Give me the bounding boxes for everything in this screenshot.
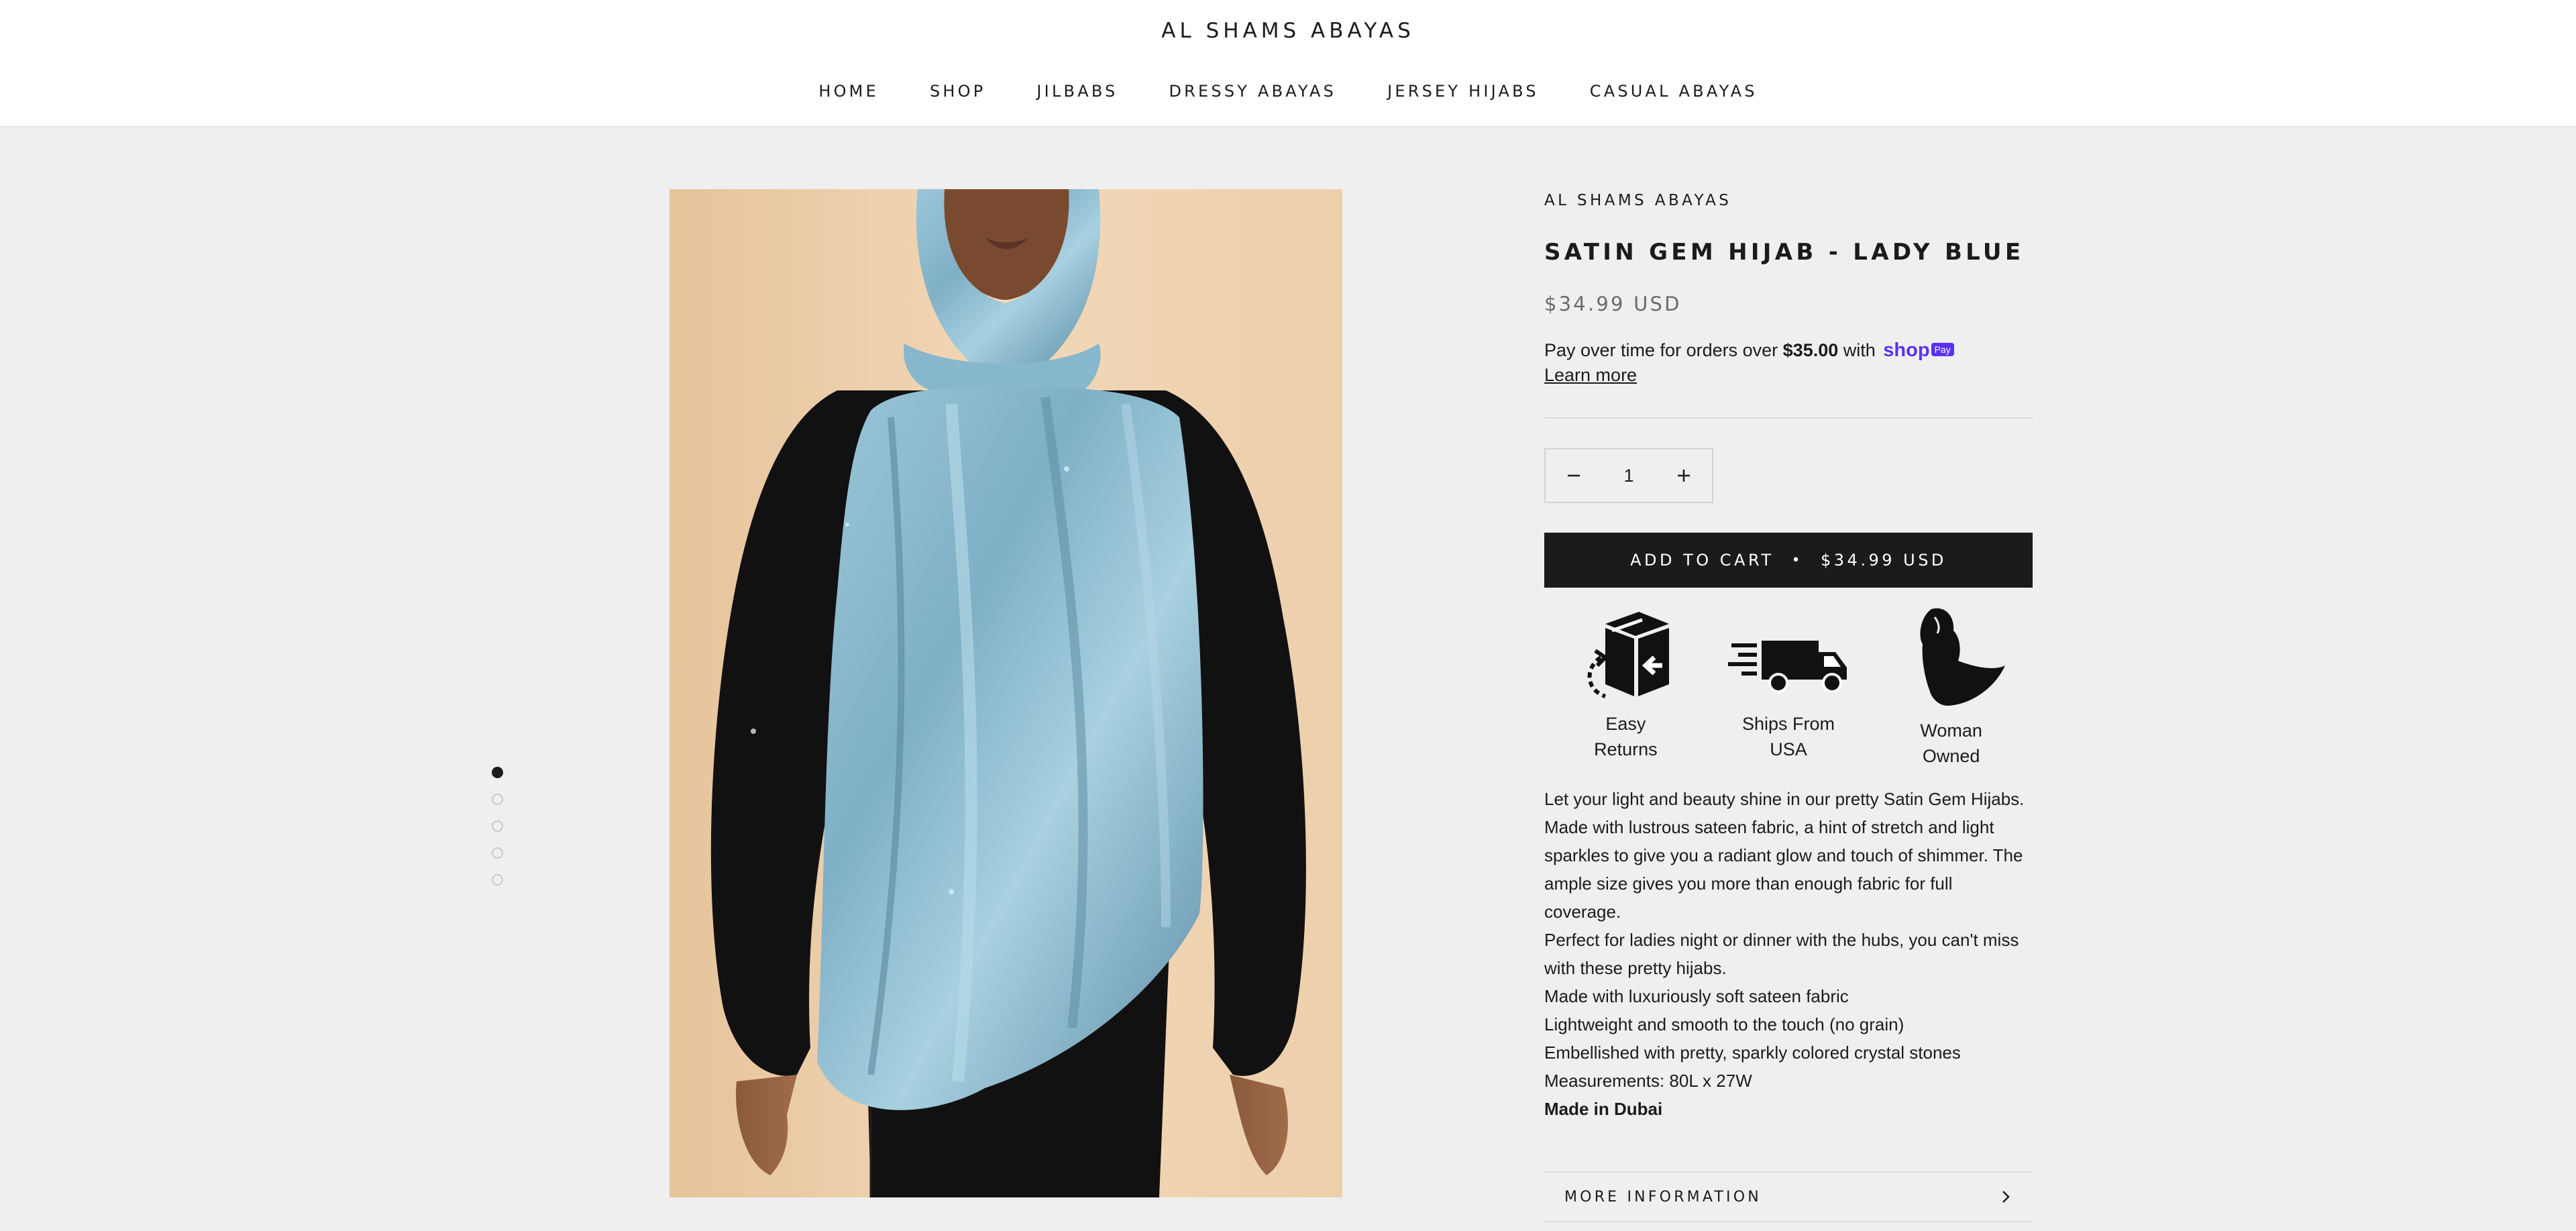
learn-more-link[interactable]: Learn more — [1544, 365, 1637, 386]
more-information-label: MORE INFORMATION — [1564, 1188, 1762, 1206]
nav-item-jersey-hijabs[interactable]: JERSEY HIJABS — [1387, 82, 1539, 101]
quantity-stepper: 1 — [1544, 448, 1713, 503]
badge-line: Returns — [1594, 739, 1658, 759]
product-title: SATIN GEM HIJAB - LADY BLUE — [1544, 239, 2025, 266]
feature-line: Lightweight and smooth to the touch (no … — [1544, 1014, 1904, 1034]
badge-line: Woman — [1920, 720, 1982, 741]
description-line: Let your light and beauty shine in our p… — [1544, 789, 2025, 809]
trust-badges: Easy Returns Ships From USA Woman Owned — [1544, 604, 2033, 769]
plus-icon — [1678, 470, 1690, 482]
divider — [1544, 417, 2033, 419]
quantity-input[interactable]: 1 — [1602, 466, 1656, 486]
badge-ships-from-usa: Ships From USA — [1707, 604, 1870, 769]
origin-line: Made in Dubai — [1544, 1099, 1663, 1119]
site-header: AL SHAMS ABAYAS HOME SHOP JILBABS DRESSY… — [0, 0, 2576, 127]
badge-line: Owned — [1922, 746, 1980, 766]
add-to-cart-button[interactable]: ADD TO CART • $34.99 USD — [1544, 533, 2033, 588]
gallery-pagination — [492, 767, 505, 901]
gallery-dot[interactable] — [492, 794, 503, 805]
nav-item-dressy-abayas[interactable]: DRESSY ABAYAS — [1169, 82, 1337, 101]
badge-line: Ships From — [1741, 714, 1835, 734]
woman-hijab-icon — [1920, 608, 2005, 706]
description-line: ample size gives you more than enough fa… — [1544, 873, 1953, 922]
gallery-dot[interactable] — [492, 820, 503, 832]
chevron-right-icon — [2002, 1191, 2010, 1203]
gallery-dot[interactable] — [492, 767, 503, 778]
quantity-decrease-button[interactable] — [1546, 449, 1602, 502]
product-features: Made with luxuriously soft sateen fabric… — [1544, 982, 2033, 1123]
feature-line: Measurements: 80L x 27W — [1544, 1071, 1752, 1091]
description-line: Made with lustrous sateen fabric, a hint… — [1544, 817, 1994, 837]
shop-pay-badge: Pay — [1931, 343, 1954, 356]
feature-line: Embellished with pretty, sparkly colored… — [1544, 1042, 1961, 1063]
store-logo[interactable]: AL SHAMS ABAYAS — [0, 19, 2576, 43]
shop-pay-suffix: with — [1843, 340, 1876, 360]
badge-label: Easy Returns — [1544, 711, 1707, 762]
shop-pay-prefix: Pay over time for orders over — [1544, 340, 1778, 360]
nav-item-home[interactable]: HOME — [818, 82, 879, 101]
product-photo-hijab — [669, 189, 1342, 1197]
badge-label: Ships From USA — [1707, 711, 1870, 762]
description-line: with these pretty hijabs. — [1544, 958, 1727, 978]
nav-item-jilbabs[interactable]: JILBABS — [1036, 82, 1118, 101]
main-navigation: HOME SHOP JILBABS DRESSY ABAYAS JERSEY H… — [0, 82, 2576, 101]
gallery-dot[interactable] — [492, 847, 503, 859]
shop-pay-logo: shop — [1883, 339, 1930, 361]
gallery-dot[interactable] — [492, 874, 503, 886]
product-image[interactable] — [669, 189, 1342, 1197]
minus-icon — [1568, 474, 1580, 477]
badge-line: Easy — [1605, 714, 1646, 734]
product-price: $34.99 USD — [1544, 292, 1682, 315]
nav-item-shop[interactable]: SHOP — [930, 82, 985, 101]
quantity-increase-button[interactable] — [1656, 449, 1712, 502]
shop-pay-installments: Pay over time for orders over $35.00 wit… — [1544, 339, 1954, 362]
more-information-toggle[interactable]: MORE INFORMATION — [1544, 1171, 2033, 1222]
add-to-cart-price: $34.99 USD — [1821, 551, 1947, 570]
shop-pay-amount: $35.00 — [1782, 340, 1839, 360]
badge-easy-returns: Easy Returns — [1544, 604, 1707, 769]
add-to-cart-label: ADD TO CART — [1630, 551, 1774, 570]
product-vendor[interactable]: AL SHAMS ABAYAS — [1544, 192, 1731, 209]
badge-label: Woman Owned — [1870, 718, 2033, 769]
box-return-icon — [1587, 612, 1670, 698]
badge-line: USA — [1770, 739, 1807, 759]
nav-item-casual-abayas[interactable]: CASUAL ABAYAS — [1590, 82, 1758, 101]
delivery-truck-icon — [1728, 641, 1847, 693]
badge-woman-owned: Woman Owned — [1870, 604, 2033, 769]
product-description: Let your light and beauty shine in our p… — [1544, 785, 2033, 982]
description-line: Perfect for ladies night or dinner with … — [1544, 930, 2019, 950]
feature-line: Made with luxuriously soft sateen fabric — [1544, 986, 1849, 1006]
add-to-cart-separator: • — [1791, 551, 1804, 569]
description-line: sparkles to give you a radiant glow and … — [1544, 845, 2023, 865]
